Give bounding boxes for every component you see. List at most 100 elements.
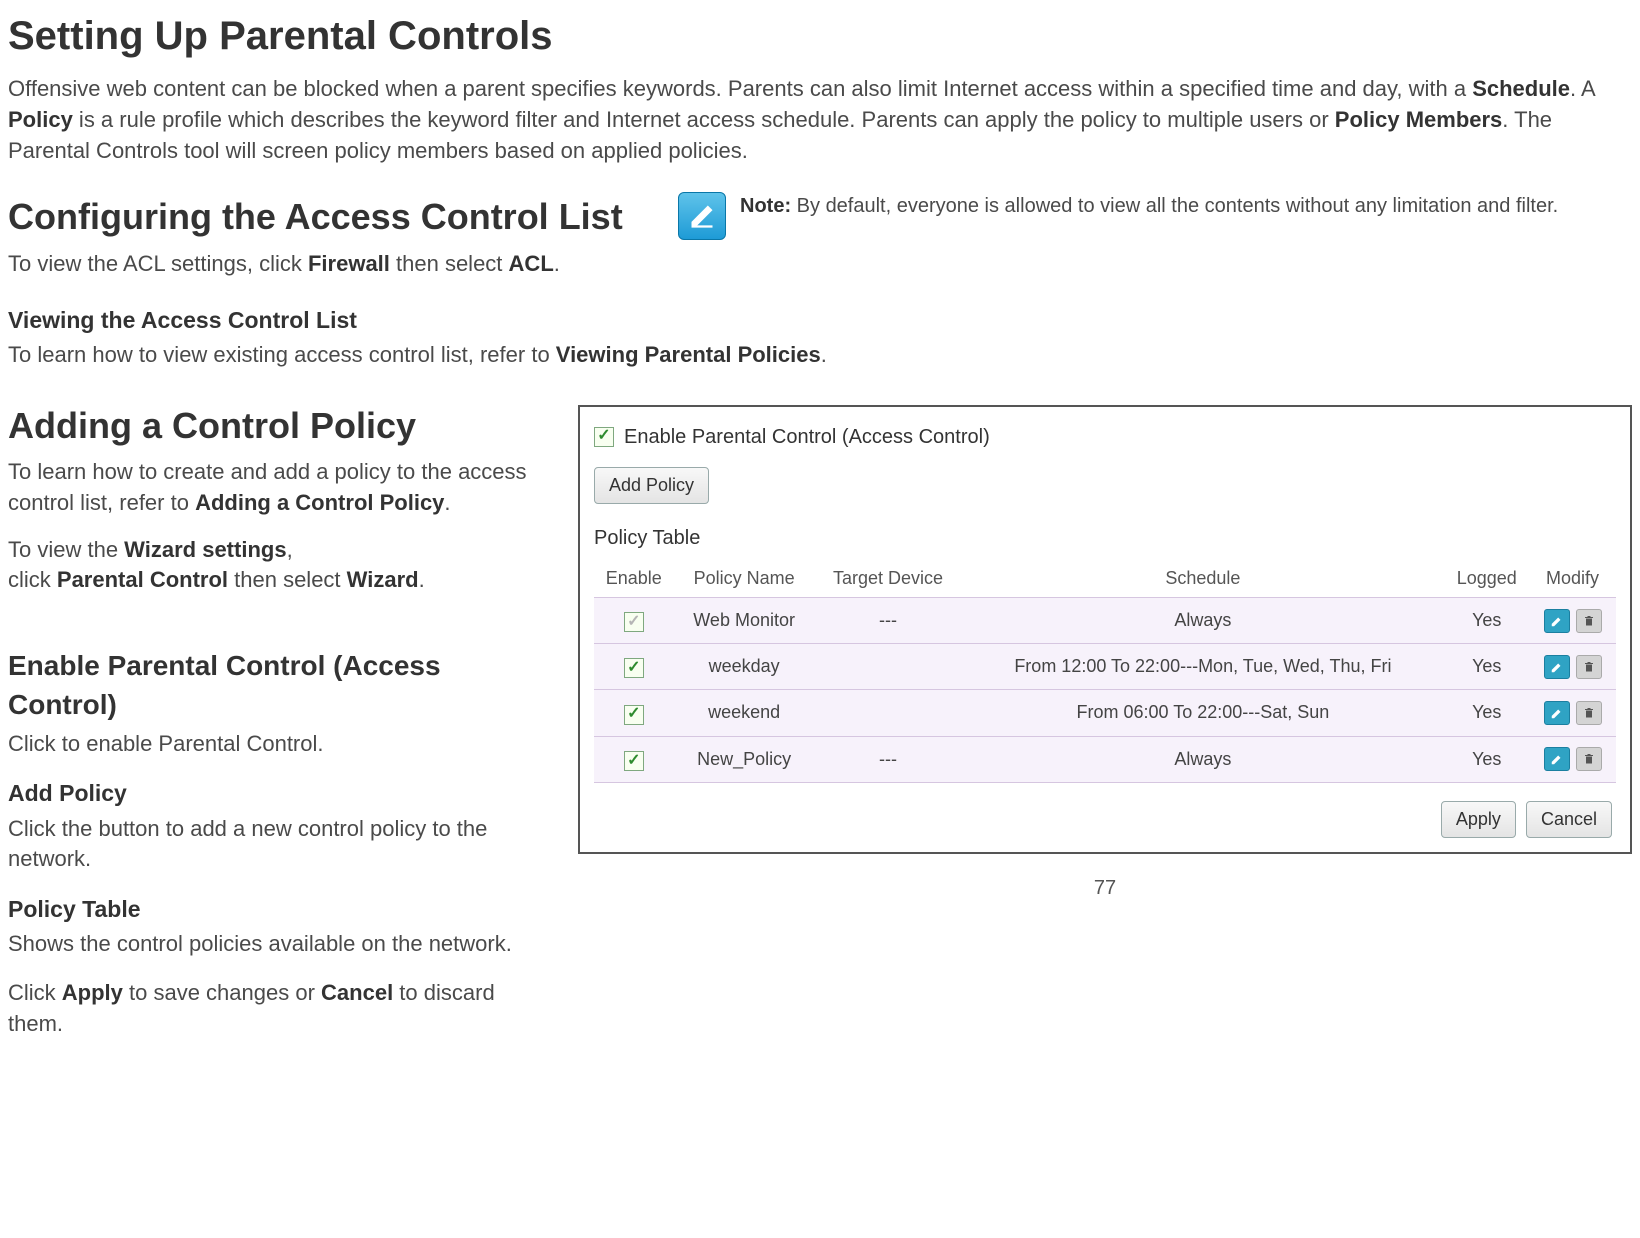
- text: to save changes or: [123, 980, 321, 1005]
- bold-policy: Policy: [8, 107, 73, 132]
- text: ,: [287, 537, 293, 562]
- text: .: [419, 567, 425, 592]
- bold-cancel: Cancel: [321, 980, 393, 1005]
- text: then select: [390, 251, 509, 276]
- delete-icon[interactable]: [1576, 701, 1602, 725]
- edit-icon[interactable]: [1544, 655, 1570, 679]
- row-enable-checkbox[interactable]: ✓: [624, 612, 644, 632]
- text: Click: [8, 980, 62, 1005]
- text: is a rule profile which describes the ke…: [73, 107, 1335, 132]
- note-callout: Note: By default, everyone is allowed to…: [678, 192, 1632, 240]
- row-schedule: Always: [961, 597, 1444, 643]
- bold-firewall: Firewall: [308, 251, 390, 276]
- text: .: [444, 490, 450, 515]
- col-enable: Enable: [594, 560, 674, 598]
- heading-add-policy-sub: Add Policy: [8, 777, 548, 809]
- heading-configure-acl: Configuring the Access Control List: [8, 192, 648, 242]
- heading-view-acl: Viewing the Access Control List: [8, 304, 1632, 336]
- text: .: [554, 251, 560, 276]
- heading-add-policy: Adding a Control Policy: [8, 401, 548, 451]
- text: click: [8, 567, 57, 592]
- text: . A: [1570, 76, 1594, 101]
- delete-icon[interactable]: [1576, 655, 1602, 679]
- row-policy-name: weekday: [674, 644, 815, 690]
- text: .: [821, 342, 827, 367]
- bold-parental-control: Parental Control: [57, 567, 228, 592]
- heading-policy-table: Policy Table: [8, 893, 548, 925]
- enable-parental-control-checkbox[interactable]: ✓: [594, 427, 614, 447]
- row-policy-name: New_Policy: [674, 736, 815, 782]
- row-logged: Yes: [1445, 736, 1530, 782]
- row-target-device: [815, 644, 962, 690]
- checkmark-icon: ✓: [627, 611, 640, 633]
- row-schedule: Always: [961, 736, 1444, 782]
- text: then select: [228, 567, 347, 592]
- view-acl-text: To learn how to view existing access con…: [8, 340, 1632, 371]
- row-enable-checkbox[interactable]: ✓: [624, 705, 644, 725]
- text: Offensive web content can be blocked whe…: [8, 76, 1472, 101]
- bold-viewing-policies: Viewing Parental Policies: [556, 342, 821, 367]
- table-row: ✓ weekday From 12:00 To 22:00---Mon, Tue, …: [594, 644, 1616, 690]
- checkmark-icon: ✓: [597, 425, 610, 447]
- text: To view the: [8, 537, 124, 562]
- add-policy-button[interactable]: Add Policy: [594, 467, 709, 504]
- note-label: Note:: [740, 195, 791, 217]
- table-row: ✓Web Monitor---AlwaysYes: [594, 597, 1616, 643]
- bold-schedule: Schedule: [1472, 76, 1570, 101]
- row-target-device: [815, 690, 962, 736]
- intro-paragraph: Offensive web content can be blocked whe…: [8, 74, 1632, 166]
- cancel-button[interactable]: Cancel: [1526, 801, 1612, 838]
- bold-adding-control-policy: Adding a Control Policy: [195, 490, 444, 515]
- row-schedule: From 06:00 To 22:00---Sat, Sun: [961, 690, 1444, 736]
- policy-table-label: Policy Table: [594, 524, 1616, 552]
- note-body: By default, everyone is allowed to view …: [791, 195, 1558, 217]
- delete-icon[interactable]: [1576, 609, 1602, 633]
- col-target-device: Target Device: [815, 560, 962, 598]
- page-number: 77: [578, 874, 1632, 902]
- row-target-device: ---: [815, 736, 962, 782]
- col-logged: Logged: [1445, 560, 1530, 598]
- row-logged: Yes: [1445, 644, 1530, 690]
- policy-table: Enable Policy Name Target Device Schedul…: [594, 560, 1616, 783]
- row-enable-checkbox[interactable]: ✓: [624, 751, 644, 771]
- row-logged: Yes: [1445, 597, 1530, 643]
- row-schedule: From 12:00 To 22:00---Mon, Tue, Wed, Thu…: [961, 644, 1444, 690]
- row-logged: Yes: [1445, 690, 1530, 736]
- table-row: ✓ New_Policy---AlwaysYes: [594, 736, 1616, 782]
- table-row: ✓ weekend From 06:00 To 22:00---Sat, SunYe…: [594, 690, 1616, 736]
- checkmark-icon: ✓: [627, 703, 640, 725]
- screenshot-panel: ✓ Enable Parental Control (Access Contro…: [578, 405, 1632, 854]
- apply-button[interactable]: Apply: [1441, 801, 1516, 838]
- enable-text: Click to enable Parental Control.: [8, 729, 548, 760]
- checkmark-icon: ✓: [627, 657, 640, 679]
- policy-table-text: Shows the control policies available on …: [8, 929, 548, 960]
- add-policy-text: To learn how to create and add a policy …: [8, 457, 548, 519]
- edit-icon[interactable]: [1544, 747, 1570, 771]
- note-icon: [678, 192, 726, 240]
- bold-wizard-settings: Wizard settings: [124, 537, 286, 562]
- enable-parental-control-label: Enable Parental Control (Access Control): [624, 423, 990, 451]
- row-enable-checkbox[interactable]: ✓: [624, 658, 644, 678]
- note-text: Note: By default, everyone is allowed to…: [740, 192, 1558, 220]
- text: To learn how to view existing access con…: [8, 342, 556, 367]
- col-policy-name: Policy Name: [674, 560, 815, 598]
- page-title: Setting Up Parental Controls: [8, 8, 1632, 64]
- acl-text: To view the ACL settings, click Firewall…: [8, 249, 648, 280]
- edit-icon[interactable]: [1544, 609, 1570, 633]
- bold-policy-members: Policy Members: [1335, 107, 1503, 132]
- delete-icon[interactable]: [1576, 747, 1602, 771]
- col-modify: Modify: [1529, 560, 1616, 598]
- add-policy-sub-text: Click the button to add a new control po…: [8, 814, 548, 876]
- bold-acl: ACL: [509, 251, 554, 276]
- bold-apply: Apply: [62, 980, 123, 1005]
- row-policy-name: Web Monitor: [674, 597, 815, 643]
- apply-cancel-text: Click Apply to save changes or Cancel to…: [8, 978, 548, 1040]
- col-schedule: Schedule: [961, 560, 1444, 598]
- text: To view the ACL settings, click: [8, 251, 308, 276]
- edit-icon[interactable]: [1544, 701, 1570, 725]
- heading-enable-parental-control: Enable Parental Control (Access Control): [8, 646, 548, 724]
- row-policy-name: weekend: [674, 690, 815, 736]
- bold-wizard: Wizard: [347, 567, 419, 592]
- checkmark-icon: ✓: [627, 750, 640, 772]
- wizard-text: To view the Wizard settings, click Paren…: [8, 535, 548, 597]
